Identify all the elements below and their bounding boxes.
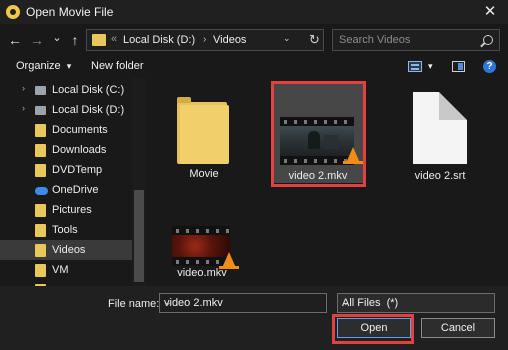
sidebar-item-local-disk-d[interactable]: › Local Disk (D:) [0, 100, 132, 120]
new-folder-button[interactable]: New folder [91, 60, 144, 72]
folder-icon [35, 264, 46, 277]
breadcrumb-videos[interactable]: Videos [213, 34, 246, 46]
folder-icon [35, 224, 46, 237]
sidebar-item-label: Documents [52, 124, 108, 136]
file-list: Movie video 2.mkv video 2.srt video.mkv [146, 78, 508, 286]
forward-arrow-icon[interactable]: → [28, 30, 46, 50]
sidebar-item-downloads[interactable]: Downloads [0, 140, 132, 160]
dialog-footer: File name: video 2.mkv ⌄ All Files (*) ⌄… [0, 286, 508, 350]
sidebar-item-onedrive[interactable]: OneDrive [0, 180, 132, 200]
drive-icon [35, 86, 46, 95]
file-type-select[interactable]: All Files (*) ⌄ [337, 293, 495, 313]
folder-icon [35, 144, 46, 157]
sidebar-item-label: Downloads [52, 144, 107, 156]
folder-icon [177, 97, 229, 164]
sidebar-item-local-disk-c[interactable]: › Local Disk (C:) [0, 80, 132, 100]
file-name: Movie [189, 168, 219, 180]
file-name: video.mkv [177, 267, 227, 279]
close-icon[interactable]: ✕ [472, 0, 508, 24]
sidebar-item-label: Local Disk (C:) [52, 84, 125, 96]
drive-icon [35, 106, 46, 115]
app-icon [6, 5, 20, 19]
command-toolbar: Organize ▾ New folder ▾ ? [0, 56, 508, 78]
cancel-button[interactable]: Cancel [421, 318, 495, 338]
refresh-icon[interactable]: ↻ [309, 32, 320, 48]
file-item-movie[interactable]: Movie [164, 86, 244, 186]
chevron-down-icon: ⌄ [342, 297, 350, 307]
file-name: video 2.srt [414, 170, 466, 182]
folder-icon [35, 164, 46, 177]
sidebar-item-label: VM [52, 264, 69, 276]
view-chevron-down-icon[interactable]: ▾ [428, 61, 433, 72]
window-title: Open Movie File [26, 5, 114, 19]
help-icon[interactable]: ? [483, 60, 496, 73]
sidebar-item-label: Pictures [52, 204, 92, 216]
folder-icon [35, 204, 46, 217]
sidebar-item-videos[interactable]: Videos [0, 240, 132, 260]
folder-icon [92, 34, 106, 46]
navigation-pane: › Local Disk (C:) › Local Disk (D:) Docu… [0, 78, 146, 286]
sidebar-item-vm[interactable]: VM [0, 260, 132, 280]
view-options-icon[interactable] [408, 61, 422, 72]
folder-icon [35, 124, 46, 137]
title-bar: Open Movie File ✕ [0, 0, 508, 24]
search-icon [483, 35, 493, 45]
search-placeholder: Search Videos [339, 34, 411, 46]
sidebar-item-label: Tools [52, 224, 78, 236]
annotation-highlight-box [271, 81, 366, 187]
up-arrow-icon[interactable]: ↑ [66, 30, 84, 50]
breadcrumb-local-disk-d[interactable]: Local Disk (D:) [123, 34, 195, 46]
sidebar-item-dvdtemp[interactable]: DVDTemp [0, 160, 132, 180]
chevron-right-icon[interactable]: › [22, 103, 25, 113]
preview-pane-icon[interactable] [452, 61, 465, 72]
search-input[interactable]: Search Videos [332, 29, 500, 51]
sidebar-item-label: Local Disk (D:) [52, 104, 125, 116]
chevron-right-icon[interactable]: › [22, 83, 25, 93]
sidebar-item-pictures[interactable]: Pictures [0, 200, 132, 220]
sidebar-scrollbar-thumb[interactable] [134, 190, 144, 282]
sidebar-item-label: OneDrive [52, 184, 99, 196]
chevron-down-icon: ▾ [66, 61, 72, 71]
sidebar-item-label: DVDTemp [52, 164, 103, 176]
chevron-down-icon[interactable]: ⌄ [283, 33, 291, 44]
recent-locations-icon[interactable]: ⌄ [48, 28, 66, 48]
address-bar[interactable]: « Local Disk (D:) › Videos ⌄ ↻ [86, 29, 324, 51]
chevron-down-icon[interactable]: ⌄ [164, 297, 321, 308]
sidebar-item-tools[interactable]: Tools [0, 220, 132, 240]
file-item-video-2-srt[interactable]: video 2.srt [400, 86, 480, 186]
file-name-label: File name: [108, 298, 160, 310]
annotation-highlight-box [332, 314, 414, 344]
overflow-icon[interactable]: « [111, 33, 117, 45]
back-arrow-icon[interactable]: ← [6, 30, 24, 50]
organize-button[interactable]: Organize ▾ [16, 60, 71, 72]
document-icon [413, 92, 467, 164]
sidebar-item-label: Videos [52, 244, 86, 256]
folder-icon [35, 244, 46, 257]
organize-label: Organize [16, 60, 61, 72]
sidebar-item-documents[interactable]: Documents [0, 120, 132, 140]
navigation-bar: ← → ⌄ ↑ « Local Disk (D:) › Videos ⌄ ↻ S… [0, 24, 508, 56]
vlc-cone-icon [219, 252, 239, 269]
chevron-right-icon[interactable]: › [203, 34, 206, 45]
cloud-icon [35, 187, 48, 195]
file-item-video-mkv[interactable]: video.mkv [160, 214, 244, 284]
file-name-input[interactable]: video 2.mkv ⌄ [159, 293, 327, 313]
